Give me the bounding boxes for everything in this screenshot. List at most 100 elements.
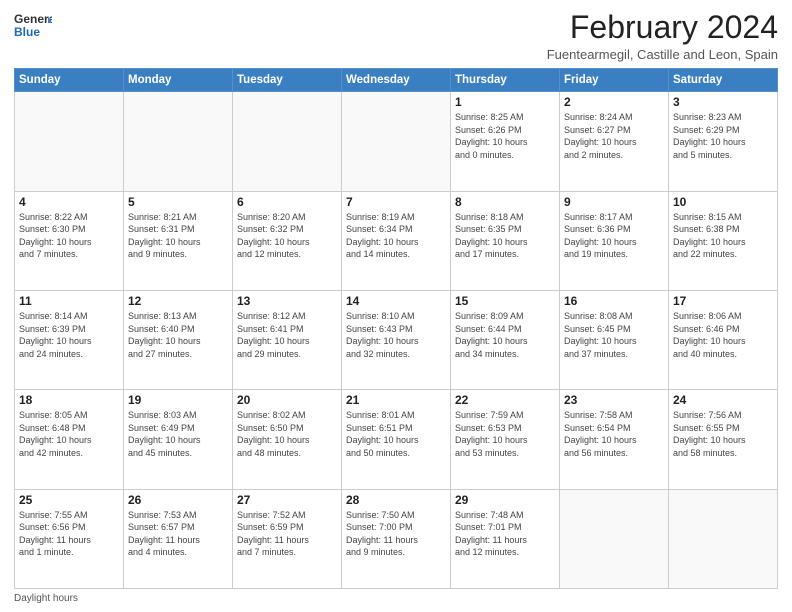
day-info: Sunrise: 8:03 AM Sunset: 6:49 PM Dayligh…	[128, 409, 228, 459]
day-number: 20	[237, 393, 337, 407]
table-row: 2Sunrise: 8:24 AM Sunset: 6:27 PM Daylig…	[560, 92, 669, 191]
table-row	[124, 92, 233, 191]
day-number: 23	[564, 393, 664, 407]
col-sunday: Sunday	[15, 69, 124, 92]
day-info: Sunrise: 8:19 AM Sunset: 6:34 PM Dayligh…	[346, 211, 446, 261]
day-info: Sunrise: 8:05 AM Sunset: 6:48 PM Dayligh…	[19, 409, 119, 459]
day-number: 2	[564, 95, 664, 109]
table-row: 19 Sunrise: 8:03 AM Sunset: 6:49 PM Dayli…	[124, 390, 233, 489]
day-info: Sunrise: 8:21 AM Sunset: 6:31 PM Dayligh…	[128, 211, 228, 261]
day-info: Sunrise: 8:13 AM Sunset: 6:40 PM Dayligh…	[128, 310, 228, 360]
day-info: Sunrise: 8:10 AM Sunset: 6:43 PM Dayligh…	[346, 310, 446, 360]
day-number: 4	[19, 195, 119, 209]
table-row: 26 Sunrise: 7:53 AM Sunset: 6:57 PM Dayli…	[124, 489, 233, 588]
day-info: Sunrise: 7:58 AM Sunset: 6:54 PM Dayligh…	[564, 409, 664, 459]
table-row: 1Sunrise: 8:25 AM Sunset: 6:26 PM Daylig…	[451, 92, 560, 191]
day-number: 17	[673, 294, 773, 308]
day-number: 22	[455, 393, 555, 407]
month-year: February 2024	[547, 10, 778, 45]
calendar-week-row: 18 Sunrise: 8:05 AM Sunset: 6:48 PM Dayli…	[15, 390, 778, 489]
table-row: 23 Sunrise: 7:58 AM Sunset: 6:54 PM Dayli…	[560, 390, 669, 489]
table-row: 8Sunrise: 8:18 AM Sunset: 6:35 PM Daylig…	[451, 191, 560, 290]
day-info: Sunrise: 8:25 AM Sunset: 6:26 PM Dayligh…	[455, 111, 555, 161]
table-row: 21 Sunrise: 8:01 AM Sunset: 6:51 PM Dayli…	[342, 390, 451, 489]
day-info: Sunrise: 7:55 AM Sunset: 6:56 PM Dayligh…	[19, 509, 119, 559]
header: General Blue February 2024 Fuentearmegil…	[14, 10, 778, 62]
table-row: 17 Sunrise: 8:06 AM Sunset: 6:46 PM Dayli…	[669, 290, 778, 389]
calendar-body: 1Sunrise: 8:25 AM Sunset: 6:26 PM Daylig…	[15, 92, 778, 589]
day-info: Sunrise: 7:59 AM Sunset: 6:53 PM Dayligh…	[455, 409, 555, 459]
day-number: 26	[128, 493, 228, 507]
day-info: Sunrise: 8:20 AM Sunset: 6:32 PM Dayligh…	[237, 211, 337, 261]
day-number: 27	[237, 493, 337, 507]
table-row: 18 Sunrise: 8:05 AM Sunset: 6:48 PM Dayli…	[15, 390, 124, 489]
table-row: 11 Sunrise: 8:14 AM Sunset: 6:39 PM Dayli…	[15, 290, 124, 389]
svg-text:Blue: Blue	[14, 25, 40, 39]
col-friday: Friday	[560, 69, 669, 92]
day-number: 21	[346, 393, 446, 407]
table-row: 13 Sunrise: 8:12 AM Sunset: 6:41 PM Dayli…	[233, 290, 342, 389]
location: Fuentearmegil, Castille and Leon, Spain	[547, 47, 778, 62]
day-info: Sunrise: 8:17 AM Sunset: 6:36 PM Dayligh…	[564, 211, 664, 261]
calendar-header-row: Sunday Monday Tuesday Wednesday Thursday…	[15, 69, 778, 92]
day-number: 15	[455, 294, 555, 308]
table-row: 15 Sunrise: 8:09 AM Sunset: 6:44 PM Dayli…	[451, 290, 560, 389]
calendar-week-row: 1Sunrise: 8:25 AM Sunset: 6:26 PM Daylig…	[15, 92, 778, 191]
day-number: 29	[455, 493, 555, 507]
svg-text:General: General	[14, 12, 52, 26]
day-info: Sunrise: 8:18 AM Sunset: 6:35 PM Dayligh…	[455, 211, 555, 261]
table-row: 27 Sunrise: 7:52 AM Sunset: 6:59 PM Dayli…	[233, 489, 342, 588]
table-row: 9 Sunrise: 8:17 AM Sunset: 6:36 PM Daylig…	[560, 191, 669, 290]
table-row: 4Sunrise: 8:22 AM Sunset: 6:30 PM Daylig…	[15, 191, 124, 290]
day-info: Sunrise: 7:53 AM Sunset: 6:57 PM Dayligh…	[128, 509, 228, 559]
col-monday: Monday	[124, 69, 233, 92]
day-number: 14	[346, 294, 446, 308]
day-number: 19	[128, 393, 228, 407]
day-info: Sunrise: 8:09 AM Sunset: 6:44 PM Dayligh…	[455, 310, 555, 360]
day-number: 5	[128, 195, 228, 209]
table-row: 25 Sunrise: 7:55 AM Sunset: 6:56 PM Dayli…	[15, 489, 124, 588]
day-number: 18	[19, 393, 119, 407]
page: General Blue February 2024 Fuentearmegil…	[0, 0, 792, 612]
calendar-table: Sunday Monday Tuesday Wednesday Thursday…	[14, 68, 778, 589]
day-number: 9	[564, 195, 664, 209]
col-saturday: Saturday	[669, 69, 778, 92]
day-info: Sunrise: 8:06 AM Sunset: 6:46 PM Dayligh…	[673, 310, 773, 360]
table-row: 28Sunrise: 7:50 AM Sunset: 7:00 PM Dayli…	[342, 489, 451, 588]
table-row: 7 Sunrise: 8:19 AM Sunset: 6:34 PM Daylig…	[342, 191, 451, 290]
day-info: Sunrise: 8:01 AM Sunset: 6:51 PM Dayligh…	[346, 409, 446, 459]
day-info: Sunrise: 8:23 AM Sunset: 6:29 PM Dayligh…	[673, 111, 773, 161]
table-row: 10 Sunrise: 8:15 AM Sunset: 6:38 PM Dayli…	[669, 191, 778, 290]
day-number: 7	[346, 195, 446, 209]
day-number: 11	[19, 294, 119, 308]
table-row: 6Sunrise: 8:20 AM Sunset: 6:32 PM Daylig…	[233, 191, 342, 290]
day-number: 10	[673, 195, 773, 209]
footer: Daylight hours	[14, 593, 778, 604]
table-row: 12 Sunrise: 8:13 AM Sunset: 6:40 PM Dayli…	[124, 290, 233, 389]
day-number: 12	[128, 294, 228, 308]
title-block: February 2024 Fuentearmegil, Castille an…	[547, 10, 778, 62]
table-row: 3 Sunrise: 8:23 AM Sunset: 6:29 PM Daylig…	[669, 92, 778, 191]
day-info: Sunrise: 8:08 AM Sunset: 6:45 PM Dayligh…	[564, 310, 664, 360]
table-row	[15, 92, 124, 191]
day-info: Sunrise: 7:52 AM Sunset: 6:59 PM Dayligh…	[237, 509, 337, 559]
day-info: Sunrise: 8:12 AM Sunset: 6:41 PM Dayligh…	[237, 310, 337, 360]
table-row: 14 Sunrise: 8:10 AM Sunset: 6:43 PM Dayli…	[342, 290, 451, 389]
table-row: 24Sunrise: 7:56 AM Sunset: 6:55 PM Dayli…	[669, 390, 778, 489]
logo: General Blue	[14, 10, 52, 40]
day-info: Sunrise: 7:56 AM Sunset: 6:55 PM Dayligh…	[673, 409, 773, 459]
table-row	[233, 92, 342, 191]
day-info: Sunrise: 8:15 AM Sunset: 6:38 PM Dayligh…	[673, 211, 773, 261]
day-number: 13	[237, 294, 337, 308]
calendar-week-row: 4Sunrise: 8:22 AM Sunset: 6:30 PM Daylig…	[15, 191, 778, 290]
day-number: 25	[19, 493, 119, 507]
day-number: 3	[673, 95, 773, 109]
table-row: 20Sunrise: 8:02 AM Sunset: 6:50 PM Dayli…	[233, 390, 342, 489]
table-row: 22 Sunrise: 7:59 AM Sunset: 6:53 PM Dayli…	[451, 390, 560, 489]
logo-svg: General Blue	[14, 10, 52, 40]
col-wednesday: Wednesday	[342, 69, 451, 92]
day-info: Sunrise: 8:14 AM Sunset: 6:39 PM Dayligh…	[19, 310, 119, 360]
day-info: Sunrise: 7:48 AM Sunset: 7:01 PM Dayligh…	[455, 509, 555, 559]
day-info: Sunrise: 7:50 AM Sunset: 7:00 PM Dayligh…	[346, 509, 446, 559]
col-tuesday: Tuesday	[233, 69, 342, 92]
